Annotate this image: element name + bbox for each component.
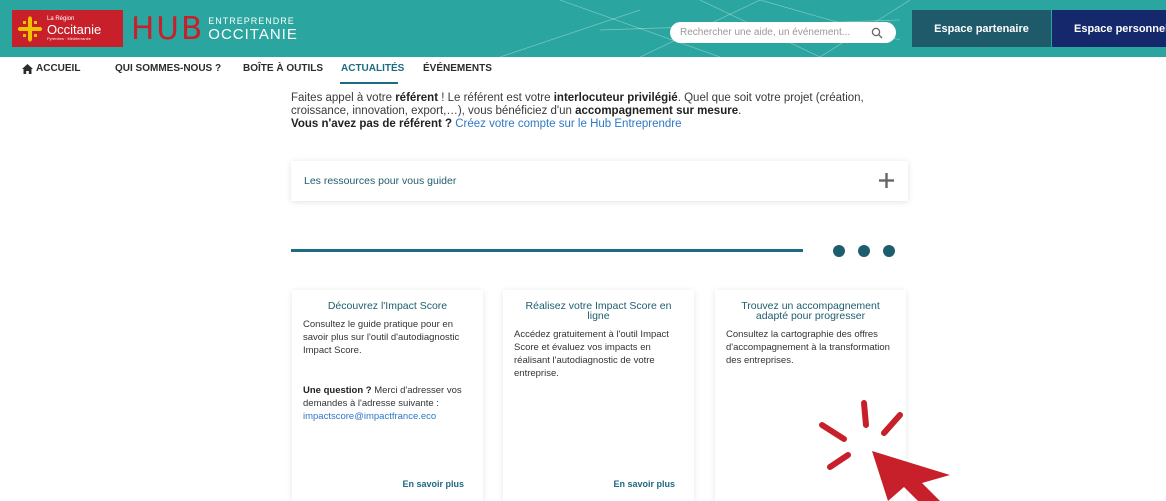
partner-space-button[interactable]: Espace partenaire bbox=[912, 10, 1051, 47]
intro-p1-a: Faites appel à votre bbox=[291, 92, 396, 104]
search-input[interactable] bbox=[680, 27, 865, 38]
occitan-cross-icon bbox=[18, 15, 42, 42]
nav-item-qui-sommes-nous[interactable]: QUI SOMMES-NOUS ? bbox=[115, 63, 221, 74]
accordion-label: Les ressources pour vous guider bbox=[304, 175, 457, 187]
site-header: La Région Occitanie Pyrénées · Méditerra… bbox=[0, 0, 1166, 57]
hub-entreprendre-logo[interactable]: HUB ENTREPRENDRE OCCITANIE bbox=[131, 11, 298, 47]
card-more-link[interactable]: En savoir plus bbox=[613, 479, 675, 489]
nav-item-label: QUI SOMMES-NOUS ? bbox=[115, 63, 222, 74]
nav-item-boite-a-outils[interactable]: BOÎTE À OUTILS bbox=[243, 63, 323, 74]
card-impact-score-online: Réalisez votre Impact Score en ligne Acc… bbox=[503, 290, 694, 501]
click-burst-icon bbox=[819, 400, 950, 501]
intro-p2-a: Vous n'avez pas de référent ? bbox=[291, 118, 453, 130]
card-title: Trouvez un accompagnement adapté pour pr… bbox=[741, 300, 880, 322]
card-question: Une question ? Merci d'adresser vos dema… bbox=[303, 384, 472, 423]
home-icon bbox=[22, 63, 33, 74]
slider-dot-1[interactable] bbox=[833, 245, 845, 257]
nav-item-label: ÉVÉNEMENTS bbox=[423, 63, 492, 74]
nav-item-evenements[interactable]: ÉVÉNEMENTS bbox=[423, 63, 492, 74]
main-navigation: ACCUEIL QUI SOMMES-NOUS ? BOÎTE À OUTILS… bbox=[0, 57, 1166, 87]
nav-item-accueil[interactable]: ACCUEIL bbox=[22, 63, 80, 74]
nav-item-label: ACTUALITÉS bbox=[341, 63, 405, 74]
nav-active-underline bbox=[340, 82, 398, 84]
personal-space-button[interactable]: Espace personnel bbox=[1052, 10, 1166, 47]
card-more-link[interactable]: En savoir plus bbox=[402, 479, 464, 489]
intro-p1-c: ! Le référent est votre bbox=[438, 92, 554, 104]
intro-p1-d: interlocuteur privilégié bbox=[553, 92, 678, 104]
card-impact-score-guide: Découvrez l'Impact Score Consultez le gu… bbox=[292, 290, 483, 501]
intro-p1-f: accompagnement sur mesure bbox=[575, 105, 739, 117]
hub-logo-top: ENTREPRENDRE bbox=[208, 15, 295, 26]
card-body: Consultez la cartographie des offres d'a… bbox=[726, 329, 890, 366]
plus-icon[interactable] bbox=[879, 173, 894, 188]
slider-dot-2[interactable] bbox=[858, 245, 870, 257]
nav-item-label: ACCUEIL bbox=[36, 63, 81, 74]
card-body: Accédez gratuitement à l'outil Impact Sc… bbox=[514, 329, 669, 379]
card-body: Consultez le guide pratique pour en savo… bbox=[303, 319, 460, 356]
card-title: Réalisez votre Impact Score en ligne bbox=[525, 300, 672, 322]
resources-accordion[interactable]: Les ressources pour vous guider bbox=[291, 161, 908, 201]
create-account-link[interactable]: Créez votre compte sur le Hub Entreprend… bbox=[452, 118, 681, 130]
hub-logo-word: HUB bbox=[131, 10, 205, 47]
nav-item-actualites[interactable]: ACTUALITÉS bbox=[341, 63, 404, 74]
slider-dot-3[interactable] bbox=[883, 245, 895, 257]
region-occitanie-logo[interactable]: La Région Occitanie Pyrénées · Méditerra… bbox=[12, 10, 123, 47]
card-question-bold: Une question ? bbox=[303, 385, 372, 396]
card-email-link[interactable]: impactscore@impactfrance.eco bbox=[303, 410, 472, 423]
region-logo-sub: Pyrénées · Méditerranée bbox=[47, 36, 92, 41]
nav-item-label: BOÎTE À OUTILS bbox=[243, 63, 323, 74]
hub-logo-bottom: OCCITANIE bbox=[208, 25, 298, 43]
intro-p1-b: référent bbox=[395, 92, 439, 104]
card-title: Découvrez l'Impact Score bbox=[327, 300, 448, 312]
slider-progress-line bbox=[291, 249, 803, 252]
intro-text: Faites appel à votre référent ! Le référ… bbox=[291, 92, 901, 131]
region-logo-name: Occitanie bbox=[47, 22, 102, 37]
search-icon[interactable] bbox=[871, 27, 883, 39]
intro-p1-g: . bbox=[738, 105, 742, 117]
search-box bbox=[670, 22, 896, 43]
